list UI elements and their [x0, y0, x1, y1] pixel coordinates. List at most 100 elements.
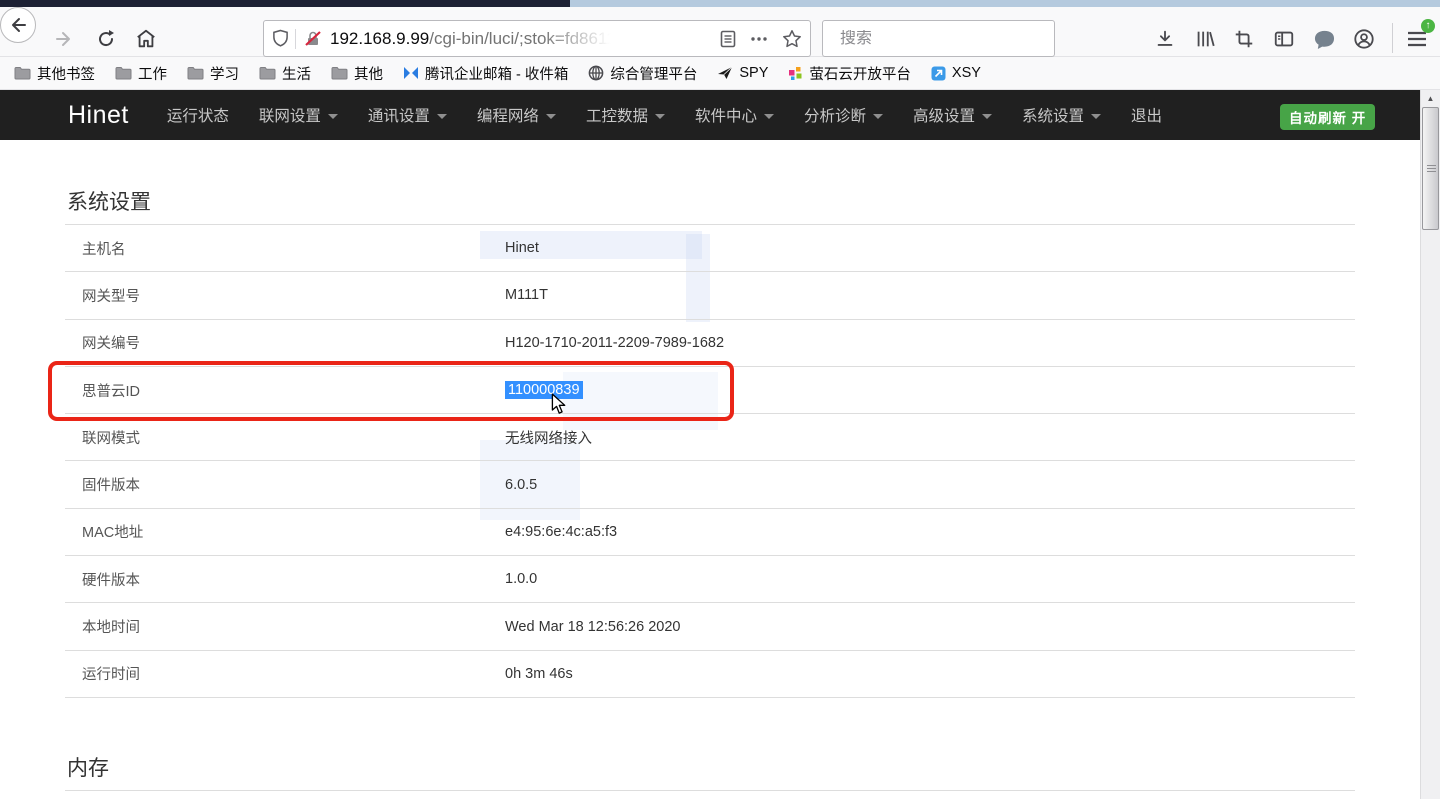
forward-button[interactable]: [52, 27, 76, 51]
browser-toolbar: 192.168.9.99/cgi-bin/luci/;stok=fd8611: [0, 7, 1440, 57]
nav-menu: 运行状态 联网设置 通讯设置 编程网络 工控数据 软件中心 分析诊断 高级设置 系统设置 退出: [167, 104, 1192, 126]
downloads-button[interactable]: [1153, 27, 1177, 51]
bookmark-label: 萤石云开放平台: [809, 63, 911, 84]
bookmark-item[interactable]: 其他: [331, 63, 383, 84]
row-value[interactable]: Hinet: [505, 240, 539, 256]
bookmark-label: 生活: [282, 63, 311, 84]
row-label: 运行时间: [82, 663, 140, 684]
bookmark-item[interactable]: 腾讯企业邮箱 - 收件箱: [403, 63, 568, 84]
site-navbar: Hinet 运行状态 联网设置 通讯设置 编程网络 工控数据 软件中心 分析诊断 高级设置 系统…: [0, 90, 1420, 140]
bookmark-item[interactable]: 萤石云开放平台: [788, 63, 911, 84]
nav-item[interactable]: 退出: [1131, 104, 1162, 126]
row-label: 主机名: [82, 238, 126, 259]
hamburger-icon: [1406, 30, 1428, 48]
scrollbar-thumb[interactable]: [1422, 107, 1439, 230]
bookmark-item[interactable]: 生活: [259, 63, 311, 84]
sidebar-icon: [1273, 28, 1295, 50]
menu-button[interactable]: ↑: [1403, 25, 1431, 53]
scrollbar-up-arrow-icon[interactable]: ▲: [1421, 90, 1440, 107]
nav-item[interactable]: 运行状态: [167, 104, 229, 126]
back-button[interactable]: [0, 7, 36, 43]
account-button[interactable]: [1352, 27, 1376, 51]
bookmark-item[interactable]: SPY: [717, 65, 768, 81]
nav-item-label: 编程网络: [477, 104, 539, 126]
home-icon: [135, 28, 157, 50]
globe-icon: [588, 65, 604, 81]
settings-row: 网关型号 M111T: [65, 271, 1355, 318]
nav-item[interactable]: 系统设置: [1022, 104, 1101, 126]
page-scrollbar[interactable]: ▲: [1420, 90, 1440, 799]
row-value[interactable]: 6.0.5: [505, 477, 537, 493]
reload-button[interactable]: [94, 27, 118, 51]
folder-icon: [331, 66, 348, 80]
settings-row: 硬件版本 1.0.0: [65, 555, 1355, 602]
row-value[interactable]: H120-1710-2011-2209-7989-1682: [505, 335, 724, 351]
bookmark-item[interactable]: 综合管理平台: [588, 63, 697, 84]
folder-icon: [14, 66, 31, 80]
tracking-shield-icon: [272, 29, 289, 48]
url-bar[interactable]: 192.168.9.99/cgi-bin/luci/;stok=fd8611: [263, 20, 811, 57]
library-button[interactable]: [1193, 27, 1217, 51]
url-text[interactable]: 192.168.9.99/cgi-bin/luci/;stok=fd8611: [330, 29, 714, 49]
page-title: 系统设置: [67, 186, 151, 216]
nav-item[interactable]: 联网设置: [259, 104, 338, 126]
row-label: 固件版本: [82, 474, 140, 495]
bookmark-label: 腾讯企业邮箱 - 收件箱: [425, 63, 568, 84]
row-value[interactable]: 1.0.0: [505, 571, 537, 587]
ezviz-icon: [788, 66, 803, 81]
settings-row: MAC地址e4:95:6e:4c:a5:f3: [65, 508, 1355, 555]
page-actions-icon[interactable]: [750, 36, 768, 42]
reload-icon: [96, 29, 116, 49]
nav-item[interactable]: 通讯设置: [368, 104, 447, 126]
nav-item[interactable]: 分析诊断: [804, 104, 883, 126]
chevron-down-icon: [764, 114, 774, 119]
reader-mode-icon[interactable]: [720, 30, 736, 48]
screenshot-button[interactable]: [1232, 27, 1256, 51]
chevron-down-icon: [546, 114, 556, 119]
row-value[interactable]: e4:95:6e:4c:a5:f3: [505, 524, 617, 540]
home-button[interactable]: [134, 27, 158, 51]
chevron-down-icon: [328, 114, 338, 119]
auto-refresh-badge[interactable]: 自动刷新 开: [1280, 104, 1375, 130]
bookmark-label: SPY: [739, 65, 768, 81]
nav-item[interactable]: 高级设置: [913, 104, 992, 126]
bookmark-item[interactable]: XSY: [931, 65, 981, 81]
folder-icon: [259, 66, 276, 80]
nav-item[interactable]: 编程网络: [477, 104, 556, 126]
active-tab-sliver[interactable]: [0, 0, 570, 7]
row-label: 网关型号: [82, 285, 140, 306]
search-input[interactable]: [840, 30, 1047, 48]
nav-item-label: 高级设置: [913, 104, 975, 126]
nav-item[interactable]: 软件中心: [695, 104, 774, 126]
insecure-lock-icon: [304, 30, 322, 48]
row-value[interactable]: M111T: [505, 287, 548, 303]
row-label: 本地时间: [82, 616, 140, 637]
row-label: 联网模式: [82, 427, 140, 448]
bookmark-item[interactable]: 学习: [187, 63, 239, 84]
site-logo[interactable]: Hinet: [68, 101, 129, 130]
folder-icon: [187, 66, 204, 80]
forward-icon: [54, 29, 74, 49]
url-host: 192.168.9.99: [330, 29, 429, 48]
row-value[interactable]: 0h 3m 46s: [505, 666, 573, 682]
row-label: 网关编号: [82, 332, 140, 353]
row-value[interactable]: Wed Mar 18 12:56:26 2020: [505, 619, 680, 635]
xsy-icon: [931, 66, 946, 81]
url-path: /cgi-bin/luci/;stok=fd8611: [429, 29, 615, 49]
account-icon: [1353, 28, 1375, 50]
divider: [295, 29, 296, 49]
sidebar-button[interactable]: [1272, 27, 1296, 51]
chevron-down-icon: [655, 114, 665, 119]
bookmark-star-icon[interactable]: [782, 29, 802, 49]
section-divider: [65, 790, 1355, 791]
row-label: 硬件版本: [82, 569, 140, 590]
chevron-down-icon: [873, 114, 883, 119]
bookmarks-bar: 其他书签工作学习 生活其他 腾讯企业邮箱 - 收件箱综合管理平台 SPY 萤石云开放平台…: [0, 57, 1440, 90]
messages-button[interactable]: [1312, 27, 1336, 51]
nav-item[interactable]: 工控数据: [586, 104, 665, 126]
memory-section-title: 内存: [67, 752, 109, 782]
bookmark-item[interactable]: 其他书签: [14, 63, 95, 84]
row-value[interactable]: 无线网络接入: [505, 427, 592, 448]
bookmark-item[interactable]: 工作: [115, 63, 167, 84]
search-bar[interactable]: [822, 20, 1055, 57]
